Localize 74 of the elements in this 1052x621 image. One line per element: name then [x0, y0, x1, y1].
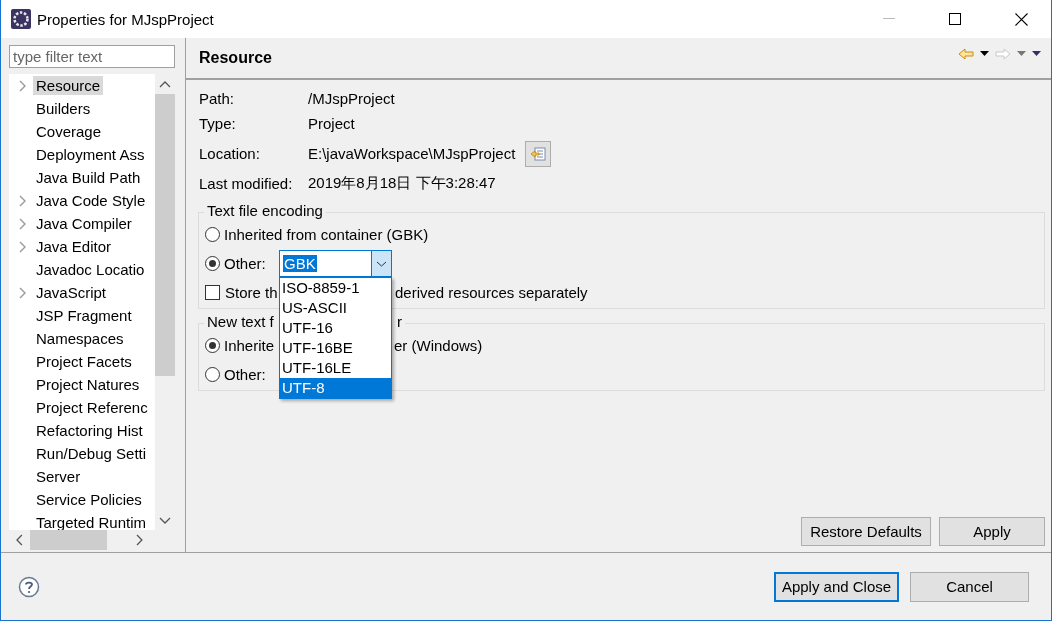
dropdown-option[interactable]: UTF-16BE	[280, 338, 391, 358]
checkbox-label: Store th	[225, 284, 278, 301]
radio-button[interactable]	[205, 338, 220, 353]
radio-label: Other:	[224, 255, 267, 272]
group-title: New text f	[207, 313, 274, 330]
tree-item[interactable]: Deployment Ass	[33, 145, 148, 164]
expand-chevron-icon[interactable]	[19, 286, 26, 299]
radio-label: Inherited from container (GBK)	[224, 226, 429, 243]
dialog-button[interactable]: Apply	[939, 517, 1045, 546]
tree-item[interactable]: Refactoring Hist	[33, 421, 146, 440]
view-menu-icon[interactable]	[1032, 51, 1041, 56]
close-icon[interactable]	[1015, 12, 1028, 26]
property-value: 2019年8月18日 下午3:28:47	[308, 174, 496, 193]
tree-item[interactable]: Java Compiler	[33, 214, 135, 233]
tree-item[interactable]: Project Referenc	[33, 398, 151, 417]
tree-item[interactable]: Java Code Style	[33, 191, 149, 210]
folder-arrow-icon	[530, 146, 547, 161]
property-value: Project	[308, 115, 355, 132]
tree-item[interactable]: Java Editor	[33, 237, 115, 256]
expand-chevron-icon[interactable]	[19, 79, 26, 92]
property-label: Type:	[199, 115, 237, 132]
radio-button[interactable]	[205, 367, 220, 382]
tree-item[interactable]: Builders	[33, 99, 94, 118]
dropdown-option[interactable]: UTF-8	[280, 378, 391, 398]
property-value: E:\javaWorkspace\MJspProject	[308, 145, 516, 162]
tree-item[interactable]: Javadoc Locatio	[33, 260, 148, 279]
expand-chevron-icon[interactable]	[19, 217, 26, 230]
help-icon[interactable]	[18, 575, 40, 598]
tree-item[interactable]: Server	[33, 467, 84, 486]
dialog-button[interactable]: Cancel	[910, 571, 1029, 602]
property-value: /MJspProject	[308, 90, 395, 107]
tree-item[interactable]: Resource	[33, 76, 104, 95]
property-label: Path:	[199, 90, 236, 107]
property-label: Last modified:	[199, 175, 294, 192]
dialog-button[interactable]: Apply and Close	[774, 571, 899, 602]
property-label: Location:	[199, 145, 261, 162]
filter-field[interactable]: type filter text	[9, 45, 175, 68]
dropdown-option[interactable]: UTF-16	[280, 318, 391, 338]
tree-item[interactable]: Targeted Runtim	[33, 513, 150, 532]
tree-item[interactable]: Project Facets	[33, 352, 135, 371]
tree-item[interactable]: Service Policies	[33, 490, 145, 509]
encoding-combo[interactable]: GBK	[279, 250, 392, 277]
tree-item[interactable]: JSP Fragment	[33, 306, 135, 325]
maximize-icon[interactable]	[949, 13, 961, 25]
group-title: Text file encoding	[204, 202, 326, 219]
checkbox-label: derived resources separately	[395, 284, 588, 301]
scroll-left-icon[interactable]	[15, 534, 23, 546]
tree-item[interactable]: Coverage	[33, 122, 105, 141]
tree-item[interactable]: Project Natures	[33, 375, 143, 394]
dropdown-option[interactable]: ISO-8859-1	[280, 278, 391, 298]
radio-button[interactable]	[205, 256, 220, 271]
tree-item[interactable]: Java Build Path	[33, 168, 144, 187]
page-title: Resource	[199, 49, 272, 67]
group-title: r	[397, 313, 402, 330]
scroll-down-icon[interactable]	[159, 517, 171, 525]
dropdown-chevron-icon[interactable]	[371, 251, 391, 276]
dropdown-triangle-icon[interactable]	[980, 51, 989, 56]
radio-label: Inherite	[224, 337, 275, 354]
expand-chevron-icon[interactable]	[19, 194, 26, 207]
expand-chevron-icon[interactable]	[19, 240, 26, 253]
scroll-up-icon[interactable]	[159, 80, 171, 88]
dropdown-option[interactable]: UTF-16LE	[280, 358, 391, 378]
radio-button[interactable]	[205, 227, 220, 242]
tree-item[interactable]: Run/Debug Setti	[33, 444, 150, 463]
window-title: Properties for MJspProject	[37, 10, 214, 28]
checkbox[interactable]	[205, 285, 220, 300]
app-icon	[11, 9, 31, 29]
dialog-button[interactable]: Restore Defaults	[801, 517, 931, 546]
radio-label: Other:	[224, 366, 266, 383]
radio-label: er (Windows)	[394, 337, 483, 354]
tree-item[interactable]: JavaScript	[33, 283, 110, 302]
dropdown-option[interactable]: US-ASCII	[280, 298, 391, 318]
scroll-right-icon[interactable]	[135, 534, 144, 546]
tree-item[interactable]: Namespaces	[33, 329, 127, 348]
